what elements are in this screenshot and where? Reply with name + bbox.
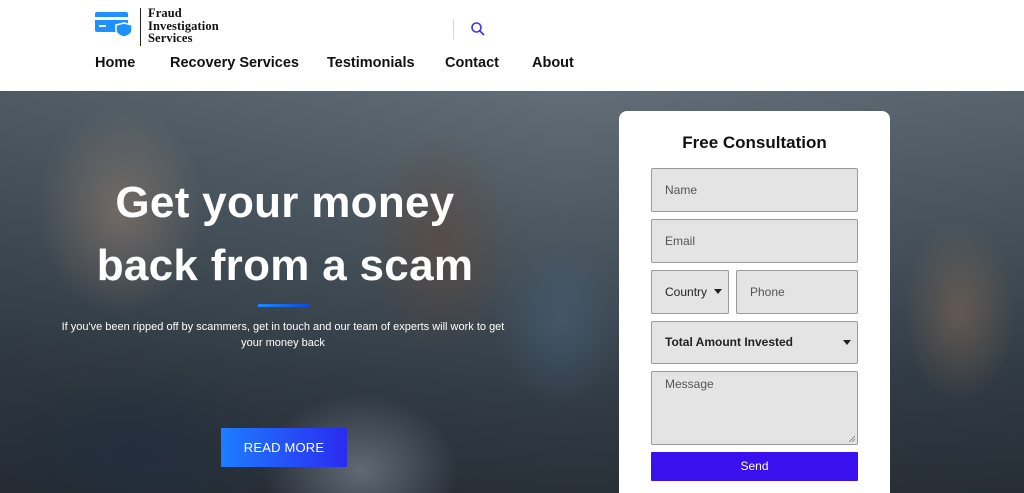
search-icon	[471, 22, 485, 36]
consultation-form: Free Consultation Name Email Country Pho…	[619, 111, 890, 493]
nav-contact[interactable]: Contact	[445, 55, 499, 71]
nav-recovery-services[interactable]: Recovery Services	[170, 55, 299, 71]
chevron-down-icon	[714, 289, 722, 294]
name-field[interactable]: Name	[651, 168, 858, 212]
read-more-button[interactable]: READ MORE	[221, 428, 347, 467]
hero-subtitle: If you've been ripped off by scammers, g…	[61, 321, 505, 349]
resize-handle-icon[interactable]	[848, 435, 855, 442]
message-field[interactable]: Message	[651, 371, 858, 445]
phone-field[interactable]: Phone	[736, 270, 858, 314]
message-placeholder: Message	[665, 377, 714, 391]
hero-accent-bar	[258, 304, 310, 307]
logo-divider	[140, 8, 141, 46]
hero-title: Get your money back from a scam	[40, 171, 530, 297]
brand-line-3: Services	[148, 31, 193, 45]
send-button[interactable]: Send	[651, 452, 858, 481]
search-button[interactable]	[469, 20, 487, 38]
email-field[interactable]: Email	[651, 219, 858, 263]
hero-title-line-1: Get your money	[115, 178, 455, 227]
amount-invested-value: Total Amount Invested	[665, 335, 794, 349]
amount-invested-select[interactable]: Total Amount Invested	[651, 321, 858, 364]
nav-about[interactable]: About	[532, 55, 574, 71]
brand-name: Fraud Investigation Services	[148, 7, 219, 45]
hero-title-line-2: back from a scam	[96, 241, 474, 290]
nav-home[interactable]: Home	[95, 55, 135, 71]
form-title: Free Consultation	[682, 133, 827, 152]
brand-line-1: Fraud	[148, 6, 182, 20]
search-divider	[453, 19, 454, 39]
nav-testimonials[interactable]: Testimonials	[327, 55, 415, 71]
chevron-down-icon	[843, 340, 851, 345]
site-header: Fraud Investigation Services Home Recove…	[0, 0, 1024, 91]
country-select-value: Country	[665, 285, 708, 299]
country-select[interactable]: Country	[651, 270, 729, 314]
site-logo[interactable]: Fraud Investigation Services	[95, 7, 225, 48]
credit-card-shield-icon	[95, 12, 133, 37]
